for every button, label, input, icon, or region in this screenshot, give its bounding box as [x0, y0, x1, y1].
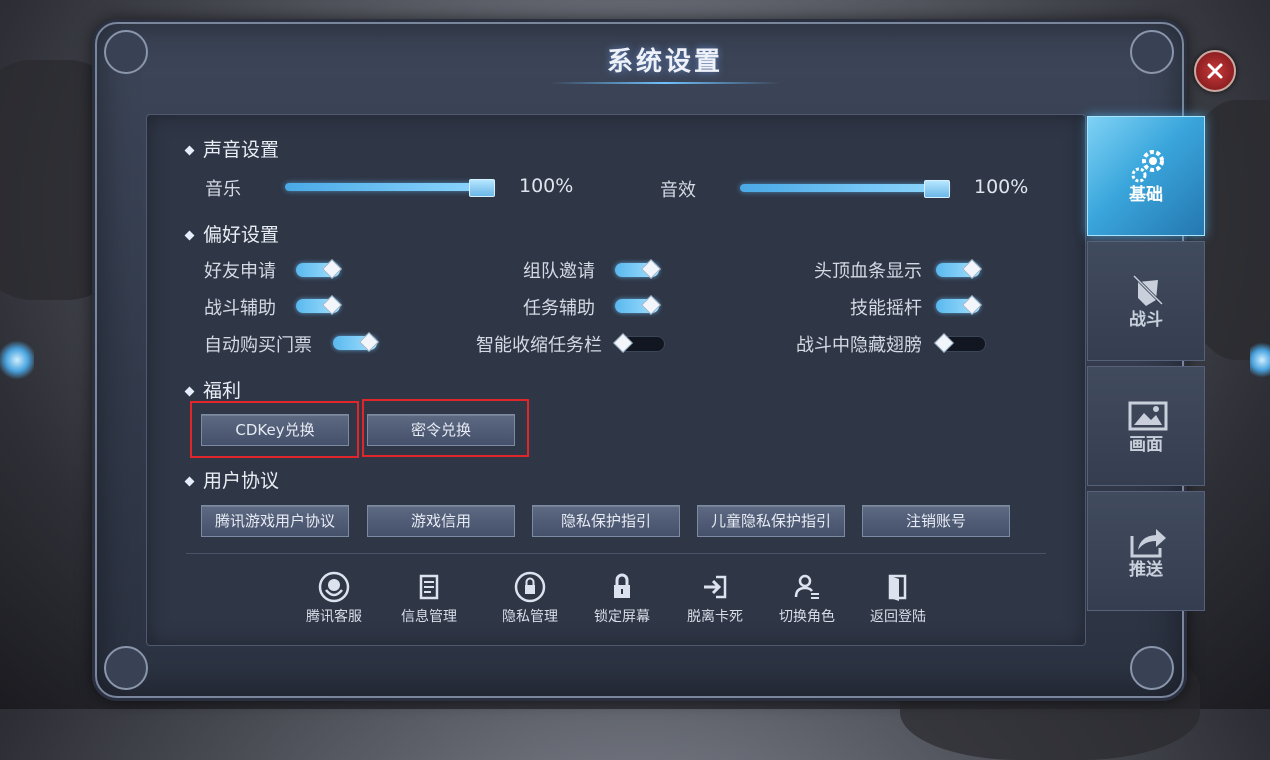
- friend-request-toggle[interactable]: [296, 259, 342, 279]
- agreement-section-title: 用户协议: [184, 466, 280, 493]
- dialog-header: 系统设置: [530, 36, 800, 88]
- section-label: 福利: [203, 380, 242, 402]
- preference-section-title: 偏好设置: [184, 220, 280, 247]
- smart-collapse-toggle[interactable]: [613, 333, 665, 353]
- action-label: 隐私管理: [502, 609, 558, 625]
- close-button[interactable]: [1194, 50, 1236, 92]
- divider: [186, 553, 1046, 554]
- head-hp-bar-toggle[interactable]: [936, 259, 982, 279]
- skill-joystick-label: 技能摇杆: [850, 298, 922, 319]
- combat-assist-label: 战斗辅助: [204, 298, 276, 319]
- action-label: 切换角色: [779, 609, 835, 625]
- effects-value: 100%: [974, 176, 1029, 198]
- game-credit-button[interactable]: 游戏信用: [367, 505, 515, 537]
- privacy-guide-button[interactable]: 隐私保护指引: [532, 505, 680, 537]
- customer-service-icon: [318, 571, 350, 603]
- customer-service-action[interactable]: 腾讯客服: [304, 570, 364, 626]
- tencent-agreement-button[interactable]: 腾讯游戏用户协议: [201, 505, 349, 537]
- auto-buy-ticket-label: 自动购买门票: [204, 335, 312, 356]
- switch-user-icon: [794, 574, 819, 599]
- privacy-manage-action[interactable]: 隐私管理: [500, 570, 560, 626]
- auto-buy-ticket-toggle[interactable]: [333, 332, 379, 352]
- quest-assist-label: 任务辅助: [523, 298, 595, 319]
- skill-joystick-toggle[interactable]: [936, 295, 982, 315]
- hide-wings-toggle[interactable]: [934, 333, 986, 353]
- team-invite-label: 组队邀请: [523, 261, 595, 282]
- tab-combat[interactable]: 战斗: [1087, 241, 1205, 361]
- exit-arrow-icon: [704, 575, 727, 599]
- music-value: 100%: [519, 175, 574, 197]
- slider-handle[interactable]: [924, 180, 950, 198]
- sound-section-title: 声音设置: [184, 135, 280, 162]
- section-bullet: [184, 476, 195, 487]
- action-label: 返回登陆: [870, 609, 926, 625]
- return-login-action[interactable]: 返回登陆: [868, 570, 928, 626]
- music-slider[interactable]: [285, 179, 495, 197]
- welfare-section-title: 福利: [184, 376, 242, 403]
- friend-request-label: 好友申请: [204, 261, 276, 282]
- corner-ornament: [104, 646, 148, 690]
- effects-label: 音效: [660, 180, 696, 201]
- combat-assist-toggle[interactable]: [296, 295, 342, 315]
- tab-label: 基础: [1129, 185, 1163, 205]
- quest-assist-toggle[interactable]: [615, 295, 661, 315]
- action-label: 脱离卡死: [687, 609, 743, 625]
- team-invite-toggle[interactable]: [615, 259, 661, 279]
- hide-wings-label: 战斗中隐藏翅膀: [796, 335, 922, 356]
- section-label: 声音设置: [203, 139, 280, 161]
- dialog-title: 系统设置: [606, 47, 723, 77]
- action-label: 信息管理: [401, 609, 457, 625]
- tab-basic[interactable]: 基础: [1087, 116, 1205, 236]
- section-bullet: [184, 230, 195, 241]
- action-label: 锁定屏幕: [594, 609, 650, 625]
- tab-label: 画面: [1129, 435, 1163, 455]
- music-label: 音乐: [205, 179, 241, 200]
- action-label: 腾讯客服: [306, 609, 362, 625]
- switch-character-action[interactable]: 切换角色: [777, 570, 837, 626]
- child-privacy-button[interactable]: 儿童隐私保护指引: [697, 505, 845, 537]
- section-bullet: [184, 145, 195, 156]
- tab-push[interactable]: 推送: [1087, 491, 1205, 611]
- section-label: 用户协议: [203, 470, 280, 492]
- smart-collapse-label: 智能收缩任务栏: [476, 335, 602, 356]
- lock-screen-action[interactable]: 锁定屏幕: [592, 570, 652, 626]
- right-edge-glow: [1250, 338, 1270, 382]
- tab-graphics[interactable]: 画面: [1087, 366, 1205, 486]
- slider-handle[interactable]: [469, 179, 495, 197]
- privacy-lock-icon: [514, 571, 546, 603]
- section-label: 偏好设置: [203, 224, 280, 246]
- close-icon: [1207, 63, 1223, 79]
- section-bullet: [184, 386, 195, 397]
- lock-icon: [614, 573, 630, 598]
- tab-label: 战斗: [1129, 310, 1163, 330]
- info-manage-action[interactable]: 信息管理: [399, 570, 459, 626]
- left-edge-glow: [0, 338, 34, 382]
- title-underline: [550, 82, 780, 84]
- corner-ornament: [1130, 30, 1174, 74]
- document-icon: [419, 574, 439, 600]
- head-hp-bar-label: 头顶血条显示: [814, 261, 922, 282]
- effects-slider[interactable]: [740, 180, 950, 198]
- door-icon: [888, 574, 907, 601]
- corner-ornament: [1130, 646, 1174, 690]
- cancel-account-button[interactable]: 注销账号: [862, 505, 1010, 537]
- password-redeem-button[interactable]: 密令兑换: [367, 414, 515, 446]
- corner-ornament: [104, 30, 148, 74]
- cdkey-redeem-button[interactable]: CDKey兑换: [201, 414, 349, 446]
- tab-label: 推送: [1129, 560, 1163, 580]
- unstuck-action[interactable]: 脱离卡死: [685, 570, 745, 626]
